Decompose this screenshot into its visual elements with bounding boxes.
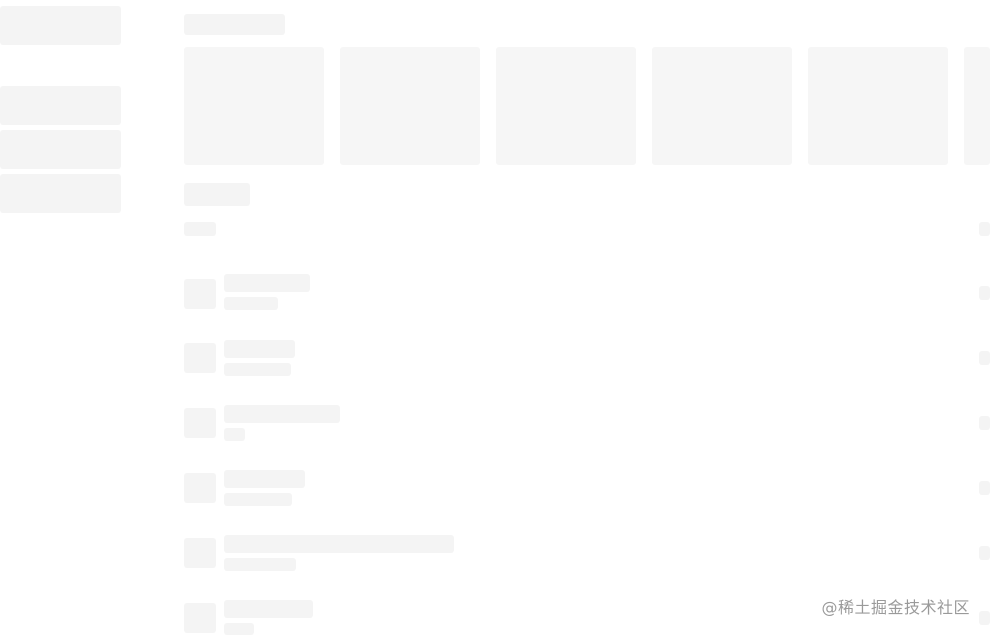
row-subtitle-placeholder [224, 623, 254, 635]
avatar-placeholder [184, 408, 216, 438]
row-title-placeholder [224, 274, 310, 292]
row-title-placeholder [224, 470, 305, 488]
card-placeholder[interactable] [808, 47, 948, 165]
avatar-placeholder [184, 279, 216, 309]
row-action-placeholder[interactable] [979, 611, 990, 625]
card-placeholder[interactable] [184, 47, 324, 165]
table-header-action-placeholder [979, 222, 990, 236]
row-action-placeholder[interactable] [979, 286, 990, 300]
watermark-text: @稀土掘金技术社区 [821, 598, 970, 617]
row-subtitle-placeholder [224, 558, 296, 571]
card-placeholder[interactable] [652, 47, 792, 165]
page-title-placeholder [184, 14, 285, 35]
table-header-placeholder [184, 222, 216, 236]
sidebar-item-placeholder[interactable] [0, 130, 121, 169]
row-action-placeholder[interactable] [979, 546, 990, 560]
sidebar-item-placeholder[interactable] [0, 174, 121, 213]
row-subtitle-placeholder [224, 297, 278, 310]
sidebar-brand-placeholder [0, 6, 121, 45]
card-placeholder[interactable] [340, 47, 480, 165]
card-placeholder[interactable] [964, 47, 990, 165]
row-action-placeholder[interactable] [979, 481, 990, 495]
avatar-placeholder [184, 538, 216, 568]
avatar-placeholder [184, 473, 216, 503]
section-title-placeholder [184, 183, 250, 206]
row-title-placeholder [224, 340, 295, 358]
row-subtitle-placeholder [224, 363, 291, 376]
avatar-placeholder [184, 603, 216, 633]
row-subtitle-placeholder [224, 428, 245, 441]
avatar-placeholder [184, 343, 216, 373]
card-placeholder[interactable] [496, 47, 636, 165]
sidebar-item-placeholder[interactable] [0, 86, 121, 125]
row-title-placeholder [224, 600, 313, 618]
row-action-placeholder[interactable] [979, 351, 990, 365]
row-title-placeholder [224, 405, 340, 423]
row-action-placeholder[interactable] [979, 416, 990, 430]
row-title-placeholder [224, 535, 454, 553]
row-subtitle-placeholder [224, 493, 292, 506]
